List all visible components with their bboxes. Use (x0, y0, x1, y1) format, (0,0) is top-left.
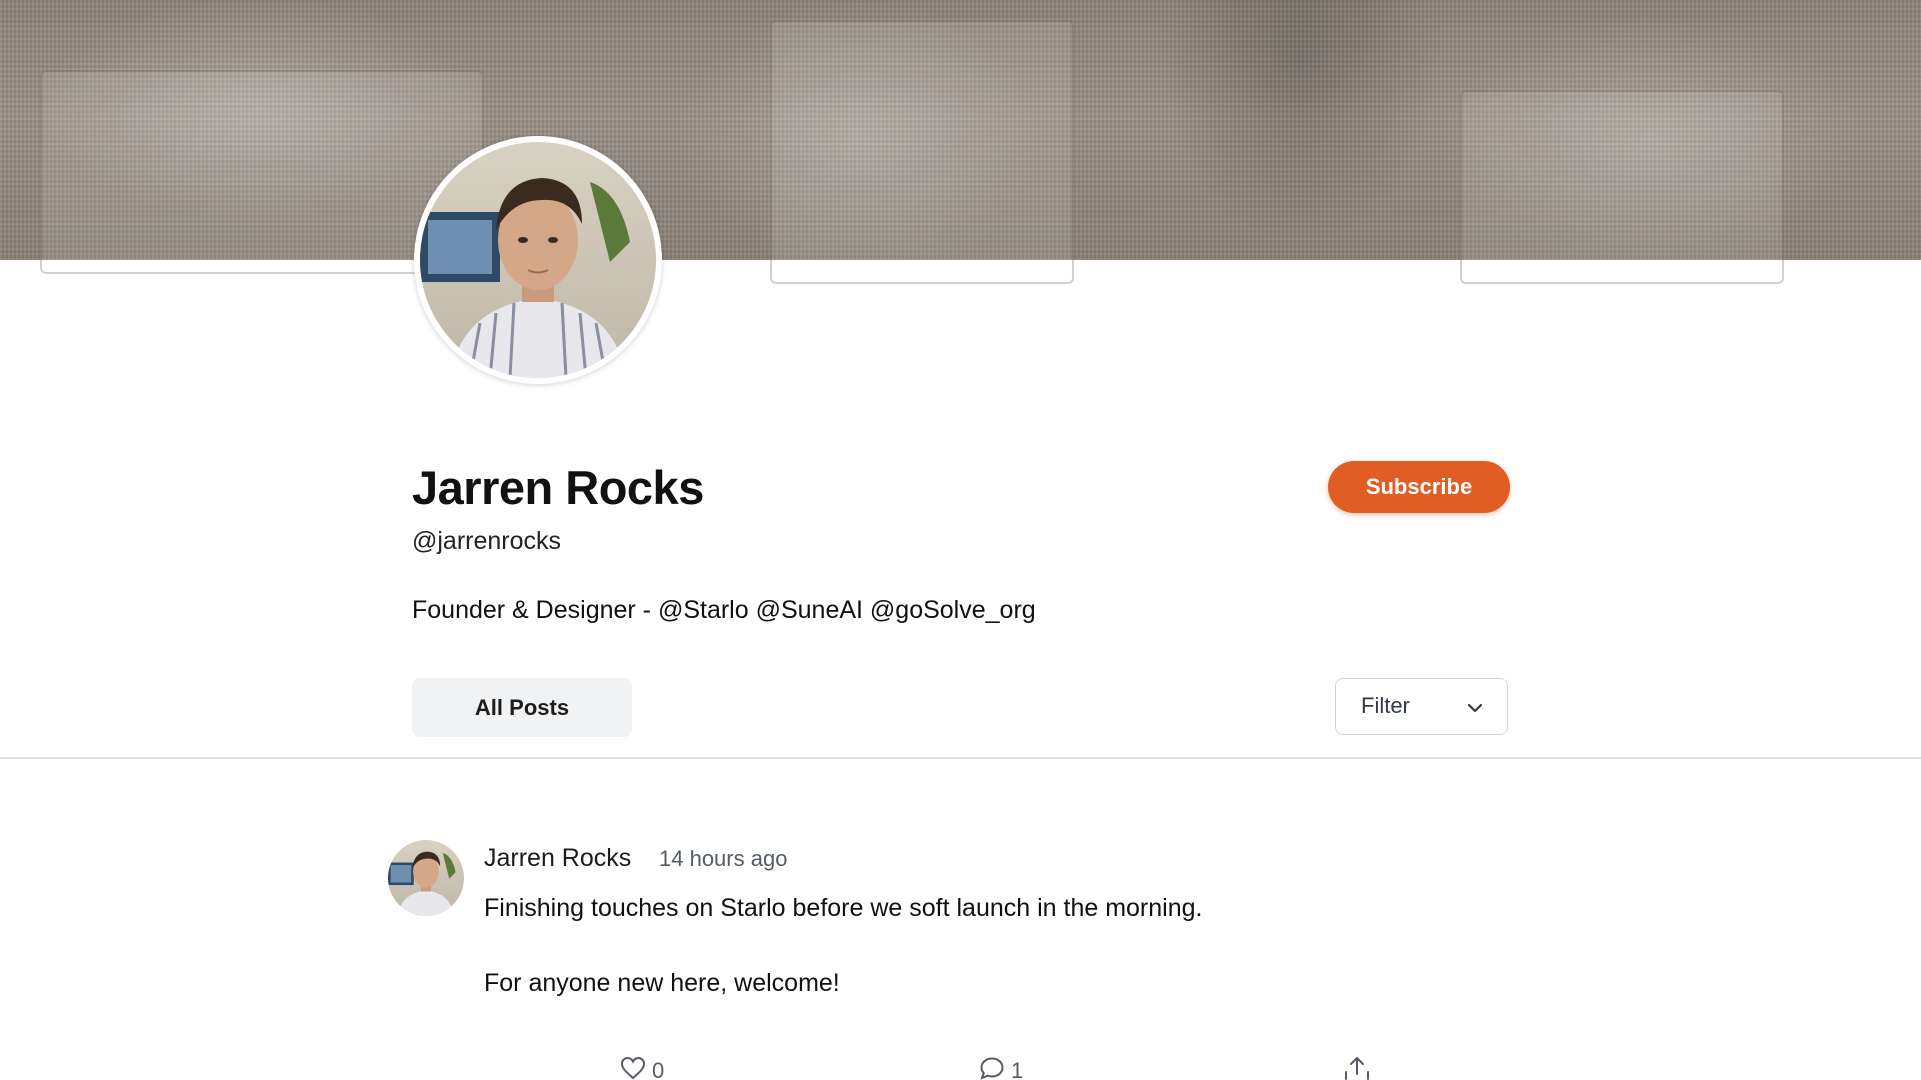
cover-texture-block (1460, 90, 1784, 284)
comment-icon (980, 1057, 1004, 1080)
profile-page: Jarren Rocks @jarrenrocks Founder & Desi… (0, 0, 1921, 1080)
filter-label: Filter (1361, 693, 1410, 718)
post-timestamp[interactable]: 14 hours ago (659, 844, 787, 874)
avatar-portrait-icon (420, 178, 630, 378)
cover-image (0, 0, 1921, 284)
comment-button[interactable]: 1 (979, 1056, 1023, 1080)
cover-texture-block (770, 20, 1074, 284)
post-author-name[interactable]: Jarren Rocks (484, 842, 631, 874)
profile-bio: Founder & Designer - @Starlo @SuneAI @go… (412, 596, 1036, 624)
share-icon (1345, 1057, 1369, 1080)
divider (0, 757, 1921, 759)
share-button[interactable] (1342, 1056, 1372, 1080)
tab-all-posts[interactable]: All Posts (412, 678, 632, 737)
avatar-portrait-icon (388, 851, 456, 916)
post-text-line: Finishing touches on Starlo before we so… (484, 894, 1203, 922)
like-button[interactable]: 0 (620, 1056, 664, 1080)
subscribe-button[interactable]: Subscribe (1328, 461, 1510, 513)
chevron-down-icon (1467, 703, 1483, 713)
like-count: 0 (652, 1058, 665, 1080)
profile-avatar[interactable] (414, 136, 662, 384)
post-text-line: For anyone new here, welcome! (484, 969, 840, 997)
avatar-photo (420, 142, 656, 378)
post-author-avatar[interactable] (388, 840, 464, 916)
comment-count: 1 (1011, 1058, 1024, 1080)
profile-name: Jarren Rocks (412, 461, 704, 514)
profile-handle: @jarrenrocks (412, 527, 562, 555)
heart-icon (620, 1056, 646, 1080)
filter-dropdown[interactable]: Filter (1335, 678, 1508, 735)
